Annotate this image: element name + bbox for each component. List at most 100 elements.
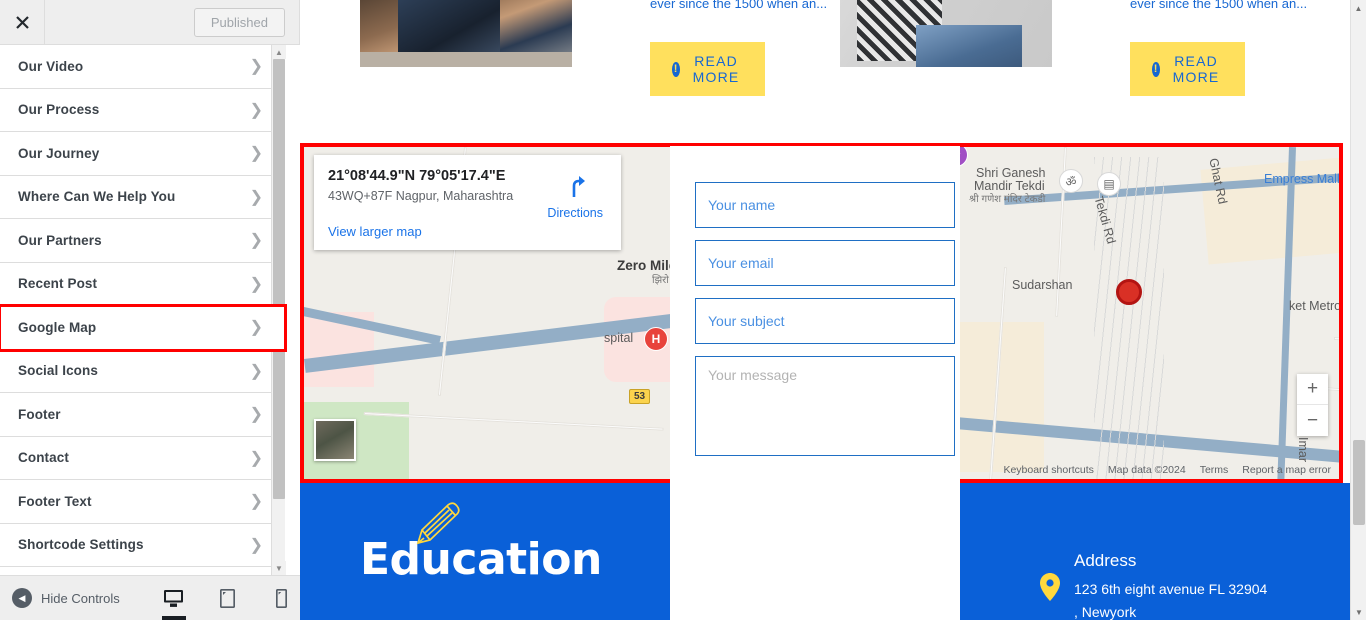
- sidebar-item-label: Our Partners: [18, 232, 102, 248]
- device-tablet-icon[interactable]: [212, 577, 244, 620]
- sidebar-item-social-icons[interactable]: Social Icons ❯: [0, 349, 285, 393]
- sidebar-item-our-partners[interactable]: Our Partners ❯: [0, 219, 285, 263]
- name-input[interactable]: [695, 182, 955, 228]
- map-info-card[interactable]: 21°08'44.9"N 79°05'17.4"E 43WQ+87F Nagpu…: [314, 155, 621, 250]
- view-larger-map-link[interactable]: View larger map: [328, 224, 607, 239]
- sidebar-item-footer-text[interactable]: Footer Text ❯: [0, 480, 285, 524]
- panel-list: Our Video ❯ Our Process ❯ Our Journey ❯ Where …: [0, 45, 300, 575]
- read-more-button[interactable]: ! READ MORE: [650, 42, 765, 96]
- collapse-arrow-icon: ◀: [12, 588, 32, 608]
- map-label: श्री गणेश मंदिर टेकडी: [969, 194, 1046, 205]
- sidebar-item-our-process[interactable]: Our Process ❯: [0, 88, 285, 132]
- map-attribution-item[interactable]: Report a map error: [1242, 464, 1331, 476]
- map-label: spital: [604, 331, 634, 345]
- blog-card: ever since the 1500 when an...! READ MORE: [840, 0, 1307, 96]
- sidebar-item-label: Our Journey: [18, 145, 100, 161]
- sidebar-item-label: Footer Text: [18, 493, 92, 509]
- map-label: Imar: [1296, 437, 1310, 462]
- contact-form: [670, 146, 960, 620]
- chevron-right-icon: ❯: [249, 101, 263, 119]
- highway-shield-icon: 53: [629, 389, 651, 404]
- chevron-right-icon: ❯: [249, 58, 263, 76]
- map-attribution-item[interactable]: Keyboard shortcuts: [1003, 464, 1093, 476]
- map-label: Mandir Tekdi: [974, 179, 1045, 193]
- browser-scroll-down-icon[interactable]: ▼: [1351, 604, 1366, 620]
- info-icon: !: [672, 61, 681, 77]
- info-icon: !: [1152, 61, 1161, 77]
- sidebar-item-label: Google Map: [18, 319, 97, 335]
- map-attribution-item[interactable]: Terms: [1200, 464, 1229, 476]
- close-icon[interactable]: [0, 0, 45, 44]
- read-more-label: READ MORE: [1172, 53, 1220, 85]
- map-label: Sudarshan: [1012, 278, 1073, 292]
- address-line-2: , Newyork: [1074, 604, 1137, 620]
- sidebar-item-label: Footer: [18, 406, 61, 422]
- blog-thumbnail[interactable]: [360, 0, 572, 67]
- sidebar-item-label: Social Icons: [18, 363, 98, 379]
- map-zoom-controls[interactable]: + −: [1297, 374, 1328, 436]
- browser-scrollbar[interactable]: ▲ ▼: [1350, 0, 1366, 620]
- footer-logo[interactable]: Education: [360, 502, 602, 585]
- sidebar-item-our-journey[interactable]: Our Journey ❯: [0, 132, 285, 176]
- hide-controls-button[interactable]: ◀ Hide Controls: [0, 588, 120, 608]
- map-pin-temple-ganesh[interactable]: ॐ: [1059, 169, 1083, 199]
- chevron-right-icon: ❯: [249, 536, 263, 554]
- chevron-right-icon: ❯: [249, 232, 263, 250]
- device-desktop-icon[interactable]: [158, 577, 190, 620]
- close-x-glyph: [15, 15, 29, 29]
- directions-label: Directions: [547, 206, 603, 220]
- message-textarea[interactable]: [695, 356, 955, 456]
- map-zoom-out-button[interactable]: −: [1297, 405, 1328, 436]
- footer-address-block: Address 123 6th eight avenue FL 32904 , …: [1040, 551, 1267, 620]
- directions-button[interactable]: Directions: [547, 173, 603, 220]
- browser-scroll-up-icon[interactable]: ▲: [1351, 0, 1366, 16]
- blog-cards-strip: ever since the 1500 when an...! READ MORE…: [300, 0, 1350, 140]
- scroll-up-arrow-icon[interactable]: ▲: [272, 45, 286, 59]
- chevron-right-icon: ❯: [249, 319, 263, 337]
- browser-scroll-thumb[interactable]: [1353, 440, 1365, 525]
- street-view-thumbnail[interactable]: [314, 419, 356, 461]
- sidebar-item-label: Our Process: [18, 102, 100, 118]
- map-zoom-in-button[interactable]: +: [1297, 374, 1328, 405]
- site-preview: ever since the 1500 when an...! READ MORE…: [300, 0, 1366, 620]
- chevron-right-icon: ❯: [249, 406, 263, 424]
- sidebar-item-label: Our Video: [18, 58, 84, 74]
- map-marker-location[interactable]: [1116, 279, 1142, 305]
- customizer-sidebar: Published Our Video ❯ Our Process ❯ Our Jour…: [0, 0, 300, 620]
- sidebar-item-label: Shortcode Settings: [18, 537, 144, 553]
- published-button[interactable]: Published: [193, 7, 285, 37]
- hide-controls-label: Hide Controls: [41, 590, 120, 606]
- chevron-right-icon: ❯: [249, 362, 263, 380]
- chevron-right-icon: ❯: [249, 493, 263, 511]
- map-label: ket Metro: [1289, 299, 1339, 313]
- directions-icon: [572, 176, 586, 197]
- blog-card: ever since the 1500 when an...! READ MORE: [360, 0, 827, 96]
- sidebar-item-contact[interactable]: Contact ❯: [0, 436, 285, 480]
- sidebar-item-shortcode-settings[interactable]: Shortcode Settings ❯: [0, 523, 285, 567]
- device-mobile-icon[interactable]: [266, 577, 298, 620]
- footer-logo-text: Education: [360, 534, 602, 585]
- customizer-footer: ◀ Hide Controls: [0, 575, 300, 620]
- blog-excerpt: ever since the 1500 when an...: [1130, 0, 1308, 11]
- device-preview-buttons: [158, 577, 298, 620]
- read-more-button[interactable]: ! READ MORE: [1130, 42, 1245, 96]
- sidebar-item-where-can-we-help-you[interactable]: Where Can We Help You ❯: [0, 175, 285, 219]
- map-attribution-item[interactable]: Map data ©2024: [1108, 464, 1186, 476]
- map-attribution: Keyboard shortcuts Map data ©2024 Terms Rep…: [995, 462, 1339, 479]
- blog-thumbnail[interactable]: [840, 0, 1052, 67]
- sidebar-item-label: Recent Post: [18, 276, 98, 292]
- pencil-icon: [416, 502, 460, 545]
- footer-address-text: Address 123 6th eight avenue FL 32904 , …: [1074, 551, 1267, 620]
- map-pin-hospital[interactable]: H: [644, 327, 668, 357]
- sidebar-item-footer[interactable]: Footer ❯: [0, 393, 285, 437]
- subject-input[interactable]: [695, 298, 955, 344]
- sidebar-item-google-map[interactable]: Google Map ❯: [0, 304, 287, 352]
- sidebar-scroll-thumb[interactable]: [273, 59, 285, 499]
- scroll-down-arrow-icon[interactable]: ▼: [272, 561, 286, 575]
- email-input[interactable]: [695, 240, 955, 286]
- map-label: Empress Mall: [1264, 172, 1339, 186]
- sidebar-item-our-video[interactable]: Our Video ❯: [0, 45, 285, 89]
- sidebar-item-recent-post[interactable]: Recent Post ❯: [0, 262, 285, 306]
- chevron-right-icon: ❯: [249, 275, 263, 293]
- read-more-label: READ MORE: [692, 53, 740, 85]
